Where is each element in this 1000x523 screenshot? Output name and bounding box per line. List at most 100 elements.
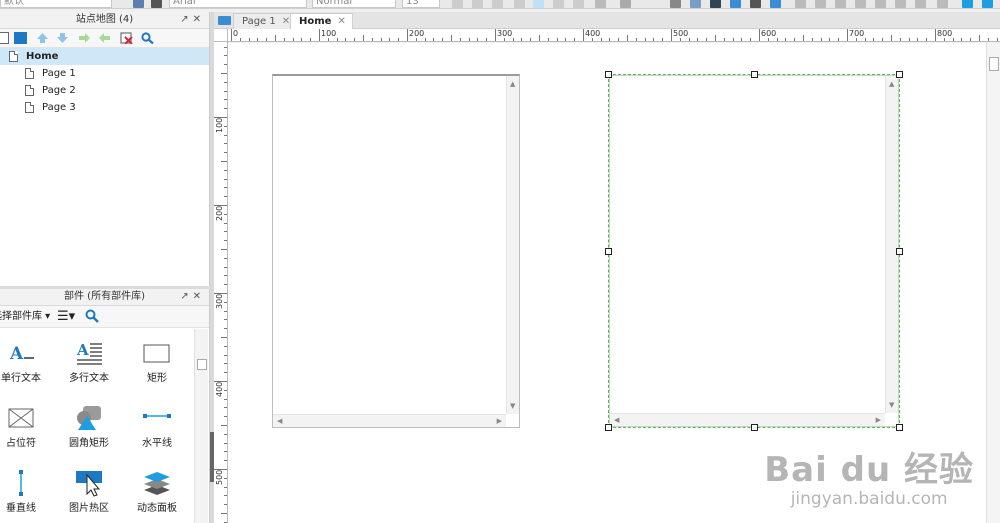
bold-icon[interactable] — [452, 0, 463, 8]
design-canvas[interactable]: ▲ ▼ ◀ ▶ ▲ ▼ ◀ ▶ Bai du 经验 jingyan.baidu.… — [228, 43, 986, 523]
align-right-icon[interactable] — [553, 0, 564, 8]
style-icon[interactable] — [151, 0, 162, 8]
ruler-tick — [224, 108, 227, 110]
italic-icon[interactable] — [472, 0, 483, 8]
popout-icon[interactable]: ↗ — [180, 291, 192, 302]
bullet-icon[interactable] — [573, 0, 584, 8]
scroll-thumb[interactable] — [989, 57, 999, 71]
paragraph-icon: A — [74, 339, 104, 367]
font-weight-dropdown[interactable]: Normal — [312, 0, 396, 8]
outdent-icon[interactable] — [98, 32, 111, 44]
align-top-icon[interactable] — [835, 0, 846, 8]
widget-vertical-line[interactable]: 垂直线 — [0, 469, 51, 514]
widget-rectangle[interactable]: 矩形 — [127, 339, 187, 384]
widget-paragraph[interactable]: A 多行文本 — [59, 339, 119, 384]
canvas-scrollbar[interactable] — [986, 43, 1000, 523]
widget-hotspot[interactable]: 图片热区 — [59, 469, 119, 514]
ruler-tick — [224, 477, 227, 479]
widget-dynamic-panel[interactable]: 动态面板 — [127, 469, 187, 514]
add-page-icon[interactable] — [0, 32, 9, 44]
ruler-tick — [224, 187, 227, 189]
resize-handle[interactable] — [896, 71, 903, 78]
search-icon[interactable] — [85, 309, 99, 331]
delete-page-icon[interactable] — [120, 32, 133, 45]
ruler-tick — [811, 38, 813, 41]
close-icon[interactable]: ✕ — [193, 291, 205, 302]
scroll-thumb[interactable] — [197, 359, 207, 370]
layer-up-icon[interactable] — [690, 0, 701, 8]
tree-item-label: Page 2 — [42, 85, 76, 96]
underline-icon[interactable] — [492, 0, 503, 8]
resize-handle[interactable] — [751, 424, 758, 431]
arrange-icon[interactable] — [670, 0, 681, 8]
tree-item-page-2[interactable]: Page 2 — [0, 82, 209, 99]
close-icon[interactable]: ✕ — [193, 14, 205, 25]
ruler-tick — [310, 38, 312, 41]
inline-frame-left[interactable]: ▲ ▼ ◀ ▶ — [272, 74, 520, 428]
move-up-icon[interactable] — [36, 32, 49, 44]
widget-rounded-rect[interactable]: 圆角矩形 — [59, 404, 119, 449]
align-center-icon[interactable] — [533, 0, 544, 8]
font-size-dropdown[interactable]: 13 — [402, 0, 440, 8]
scroll-left-arrow[interactable]: ◀ — [277, 417, 282, 425]
distribute-h-icon[interactable] — [795, 0, 806, 8]
font-dropdown[interactable]: Arial — [169, 0, 307, 8]
format-painter-icon[interactable] — [133, 0, 144, 8]
widget-placeholder[interactable]: 占位符 — [0, 404, 51, 449]
resize-handle[interactable] — [605, 248, 612, 255]
close-tab-icon[interactable]: ✕ — [337, 16, 345, 27]
popout-icon[interactable]: ↗ — [180, 14, 192, 25]
indent-icon[interactable] — [78, 32, 91, 44]
style-dropdown[interactable]: 默认 — [0, 0, 112, 8]
widget-text-label[interactable]: A 单行文本 — [0, 339, 51, 384]
menu-icon[interactable]: ☰▾ — [57, 306, 75, 327]
ruler-tick — [917, 38, 919, 41]
resize-handle[interactable] — [896, 424, 903, 431]
left-panel-toggle-icon[interactable] — [962, 0, 973, 8]
ruler-label: 800 — [937, 29, 953, 38]
link-icon[interactable] — [595, 0, 606, 8]
scroll-right-arrow[interactable]: ▶ — [497, 417, 502, 425]
tab-home[interactable]: Home ✕ — [290, 13, 353, 29]
scroll-down-arrow[interactable]: ▼ — [510, 402, 515, 410]
tree-item-page-3[interactable]: Page 3 — [0, 99, 209, 116]
align-left-icon[interactable] — [514, 0, 525, 8]
move-down-icon[interactable] — [56, 32, 69, 44]
tree-item-home[interactable]: Home — [0, 48, 209, 65]
right-panel-toggle-icon[interactable] — [982, 0, 993, 8]
frame-hscroll[interactable]: ◀ ▶ — [273, 414, 506, 427]
ruler-tick — [433, 38, 435, 41]
more-icon[interactable] — [937, 0, 948, 8]
resize-handle[interactable] — [896, 248, 903, 255]
align-bottom-icon[interactable] — [875, 0, 886, 8]
layer-down-icon[interactable] — [710, 0, 721, 8]
ruler-tick — [407, 29, 408, 41]
widgets-scrollbar[interactable] — [194, 329, 208, 523]
scroll-up-arrow[interactable]: ▲ — [510, 80, 515, 88]
distribute-v-icon[interactable] — [815, 0, 826, 8]
tree-item-page-1[interactable]: Page 1 — [0, 65, 209, 82]
resize-handle[interactable] — [751, 71, 758, 78]
size-icon[interactable] — [915, 0, 926, 8]
resize-handle[interactable] — [605, 424, 612, 431]
frame-vscroll[interactable]: ▲ ▼ — [506, 76, 519, 414]
ruler-label: 100 — [321, 29, 337, 38]
ruler-tick — [257, 38, 259, 41]
ruler-tick — [221, 425, 227, 426]
align-middle-icon[interactable] — [855, 0, 866, 8]
fill-color-icon[interactable] — [620, 0, 631, 8]
close-tab-icon[interactable]: ✕ — [282, 16, 290, 27]
tab-page-1[interactable]: Page 1 ✕ — [233, 13, 298, 29]
add-folder-icon[interactable] — [14, 32, 27, 44]
page-tabs: Page 1 ✕ Home ✕ — [214, 12, 1000, 29]
tab-list-icon[interactable] — [218, 16, 231, 25]
widget-horizontal-line[interactable]: 水平线 — [127, 404, 187, 449]
spacing-icon[interactable] — [895, 0, 906, 8]
resize-handle[interactable] — [605, 71, 612, 78]
group-icon[interactable] — [730, 0, 741, 8]
ungroup-icon[interactable] — [750, 0, 761, 8]
selection-outline — [608, 74, 900, 428]
align-objects-icon[interactable] — [770, 0, 781, 8]
search-icon[interactable] — [141, 32, 154, 45]
library-select[interactable]: 选择部件库 ▾ — [0, 306, 50, 327]
